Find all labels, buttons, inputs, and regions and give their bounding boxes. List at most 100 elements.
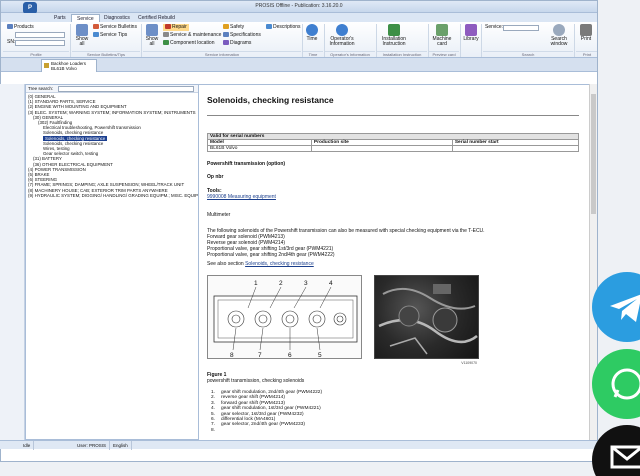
tree-panel: Tree search: (0) GENERAL (1) STANDARD PAR… (25, 84, 199, 440)
clock-icon (306, 24, 318, 36)
service-search-label: Service: (485, 24, 504, 30)
mail-button[interactable] (592, 425, 640, 476)
status-bar: Idle User: PROSIS English (0, 440, 598, 450)
installation-icon (388, 24, 400, 36)
figure-caption: powershift transmission, checking soleno… (207, 378, 305, 384)
machine-card-icon (436, 24, 448, 36)
multimeter-text: Multimeter (207, 212, 231, 218)
search-window-button[interactable]: Search window (549, 24, 569, 47)
see-also: See also section Solenoids, checking res… (207, 261, 579, 267)
section-heading: Powershift transmission (option) (207, 161, 286, 167)
serial-cell (310, 145, 453, 152)
gear-icon (163, 32, 169, 37)
show-all-service-button[interactable]: Show all (144, 24, 160, 47)
descriptions-button[interactable]: Descriptions (266, 24, 301, 31)
solenoid-diagram: 1 2 3 4 8 7 6 5 (207, 275, 362, 359)
status-idle: Idle (20, 441, 35, 450)
service-bulletins-button[interactable]: Service Bulletins (93, 24, 137, 31)
mail-icon (610, 445, 640, 469)
figure-item-number: 8. (211, 427, 216, 433)
figure-item-text: gear selector, 2nd/4th gear (PWM4233) (221, 422, 305, 428)
title-bar: P PROSIS Offline - Publication: 3.16.20.… (1, 1, 597, 14)
group-service-info: Service information (143, 51, 301, 57)
group-operators: Operator's Information (325, 51, 375, 57)
ribbon-separator (141, 24, 142, 57)
service-search-input[interactable] (503, 25, 539, 31)
tool-link[interactable]: 9990008 Measuring equipment (207, 194, 579, 200)
specifications-button[interactable]: Specifications (223, 32, 261, 39)
ribbon-tabs: Parts Service Diagnostics Certified Rebu… (1, 13, 597, 22)
tree-item-label: (9) HYDRAULIC SYSTEM; DIGGING/ HANDLING/… (28, 192, 198, 198)
component-location-button[interactable]: Component location (163, 40, 214, 47)
products-button[interactable]: Products (7, 24, 34, 31)
ribbon-separator (70, 24, 71, 57)
warning-icon (223, 24, 229, 29)
window-title: PROSIS Offline - Publication: 3.16.20.0 (255, 3, 343, 9)
library-icon (465, 24, 477, 36)
service-maintenance-button[interactable]: Service & maintenance (163, 32, 221, 39)
tree-item[interactable]: (9) HYDRAULIC SYSTEM; DIGGING/ HANDLING/… (28, 192, 198, 198)
title-divider (207, 115, 579, 116)
search-icon (553, 24, 565, 36)
ribbon-separator (460, 24, 461, 57)
machine-icon (44, 63, 49, 68)
installation-instruction-button[interactable]: Installation Instruction (379, 24, 409, 47)
solenoid-line: Proportional valve, gear shifting 2nd/4t… (207, 252, 335, 258)
time-button[interactable]: Time (305, 24, 319, 42)
info-icon (336, 24, 348, 36)
telegram-button[interactable] (592, 272, 640, 342)
tab-parts[interactable]: Parts (49, 14, 71, 22)
products-field[interactable] (15, 32, 65, 38)
figure-item-text: reverse gear shift (PWM4214) (221, 395, 285, 401)
figure-item-text: gear selector, 1st/3rd gear (PWM4232) (221, 411, 304, 417)
tab-certified-rebuild[interactable]: Certified Rebuild (133, 14, 180, 22)
sn-field[interactable] (15, 40, 65, 46)
op-nbr: Op nbr (207, 174, 224, 180)
component-icon (163, 40, 169, 45)
diagram-callout: 2 (279, 280, 283, 287)
group-search: Search (483, 51, 573, 57)
service-tips-button[interactable]: Service Tips (93, 32, 127, 39)
ribbon: Products SN: Profile Show all Service Bu… (1, 22, 597, 58)
figure-list: 1. gear shift modulation, 2nd/4th gear (P… (207, 390, 579, 433)
tips-icon (93, 32, 99, 37)
wrench-icon (165, 24, 171, 29)
show-all-bulletins-button[interactable]: Show all (73, 24, 91, 47)
see-also-prefix: See also section (207, 261, 246, 267)
scrollbar-thumb[interactable] (591, 94, 596, 214)
figure-section: Figure 1 powershift transmission, checki… (207, 372, 579, 433)
document-content: Solenoids, checking resistance Valid for… (207, 89, 580, 267)
diagrams-button[interactable]: Diagrams (223, 40, 251, 47)
operators-information-button[interactable]: Operator's Information (327, 24, 357, 47)
serial-cell (451, 145, 580, 152)
group-preview: Preview card (429, 51, 459, 57)
tab-diagnostics[interactable]: Diagnostics (99, 14, 135, 22)
whatsapp-button[interactable] (592, 349, 640, 419)
print-button[interactable]: Print (577, 24, 595, 42)
library-button[interactable]: Library (463, 24, 479, 42)
left-side-bar (0, 84, 25, 440)
group-time: Time (303, 51, 323, 57)
see-also-link[interactable]: Solenoids, checking resistance (245, 261, 314, 267)
serial-table: Valid for serial numbers Model Productio… (207, 133, 580, 152)
figure-item-text: gear shift modulation, 1st/3rd gear (PWM… (221, 406, 321, 412)
machine-card-button[interactable]: Machine card (431, 24, 453, 47)
ribbon-separator (574, 24, 575, 57)
diagram-callout: 3 (304, 280, 308, 287)
status-user: User: PROSIS (74, 441, 111, 450)
diagram-callout: 1 (254, 280, 258, 287)
status-language: English (110, 441, 132, 450)
ribbon-separator (481, 24, 482, 57)
diagram-callout: 7 (258, 352, 262, 359)
safety-button[interactable]: Safety (223, 24, 244, 31)
specifications-icon (223, 32, 229, 37)
group-bulletins: Service Bulletins/Tips (72, 51, 140, 57)
photo-svg (378, 284, 478, 355)
repair-button[interactable]: Repair (163, 24, 189, 31)
tree-search-input[interactable] (58, 86, 194, 92)
solenoid-photo: V1109070 (374, 275, 479, 365)
diagram-callout: 6 (288, 352, 292, 359)
tree-search-label: Tree search: (28, 86, 54, 91)
tab-service[interactable]: Service (71, 14, 100, 22)
document-tab-bl61b[interactable]: Backhoe Loaders BL61B Volvo (41, 59, 97, 72)
